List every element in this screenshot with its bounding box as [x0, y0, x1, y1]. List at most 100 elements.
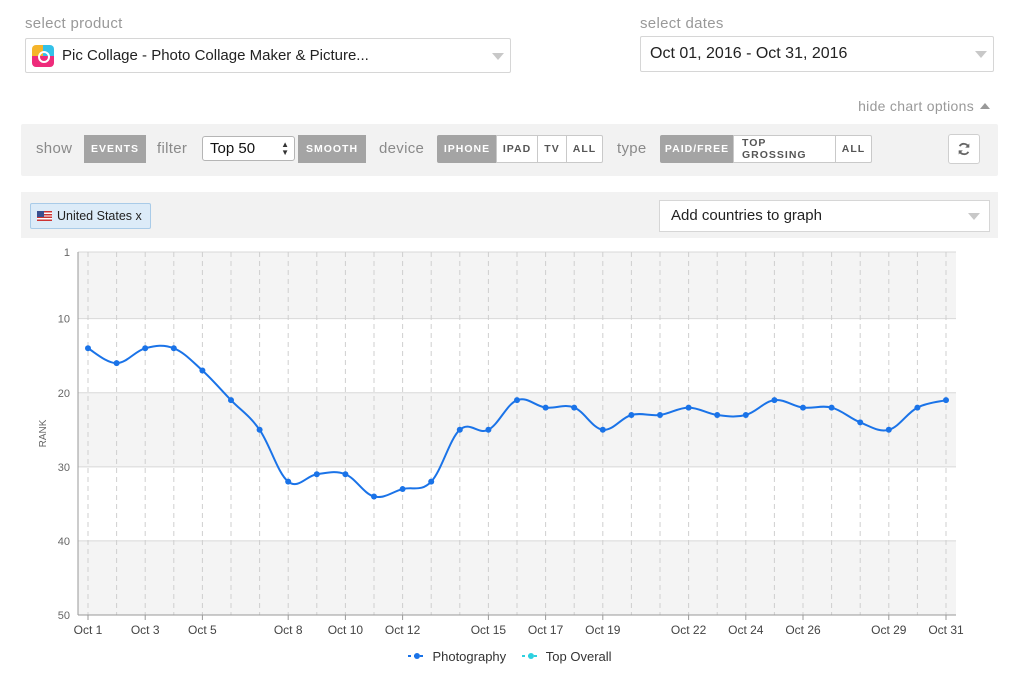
- type-paid-free-button[interactable]: PAID/FREE: [660, 135, 734, 163]
- data-point: [685, 404, 692, 411]
- y-tick-label: 1: [64, 247, 70, 259]
- x-tick-label: Oct 10: [328, 623, 364, 637]
- data-point: [571, 404, 578, 411]
- x-tick-label: Oct 29: [871, 623, 907, 637]
- date-range-select[interactable]: Oct 01, 2016 - Oct 31, 2016: [640, 36, 994, 72]
- data-point: [914, 404, 921, 411]
- data-point: [885, 426, 892, 433]
- hide-chart-options-link[interactable]: hide chart options: [858, 98, 990, 114]
- x-tick-label: Oct 17: [528, 623, 564, 637]
- data-point: [628, 411, 635, 418]
- x-tick-label: Oct 26: [785, 623, 821, 637]
- device-iphone-button[interactable]: IPHONE: [437, 135, 497, 163]
- data-point: [142, 345, 149, 352]
- smooth-toggle-button[interactable]: SMOOTH: [298, 135, 366, 163]
- x-tick-label: Oct 8: [274, 623, 303, 637]
- legend-label-top-overall: Top Overall: [545, 648, 612, 664]
- data-point: [256, 426, 263, 433]
- data-point: [599, 426, 606, 433]
- legend-marker-top-overall: [521, 653, 540, 659]
- pic-collage-app-icon: [32, 44, 54, 67]
- data-point: [428, 478, 435, 485]
- hide-chart-options-label: hide chart options: [858, 98, 974, 114]
- device-ipad-button[interactable]: IPAD: [496, 135, 538, 163]
- x-tick-label: Oct 12: [385, 623, 421, 637]
- y-tick-label: 20: [58, 388, 70, 400]
- events-toggle-button[interactable]: EVENTS: [84, 135, 146, 163]
- us-flag-icon: [37, 211, 52, 221]
- data-point: [199, 367, 206, 374]
- y-tick-label: 50: [58, 610, 70, 622]
- x-tick-label: Oct 3: [131, 623, 160, 637]
- rank-chart: 1 10 20 30 40 50 RANK Oct 1 Oct 3 Oct 5 Oct 8 Oct 1…: [38, 247, 964, 637]
- data-point: [828, 404, 835, 411]
- type-button-group: PAID/FREE TOP GROSSING ALL: [660, 135, 872, 163]
- x-tick-label: Oct 31: [928, 623, 964, 637]
- chevron-down-icon: [492, 53, 504, 60]
- chevron-down-icon: [968, 213, 980, 220]
- legend-marker-photography: [408, 653, 427, 659]
- x-tick-label: Oct 1: [74, 623, 103, 637]
- product-select[interactable]: Pic Collage - Photo Collage Maker & Pict…: [25, 38, 511, 73]
- data-point: [228, 397, 234, 404]
- data-point: [170, 345, 177, 352]
- x-tick-label: Oct 19: [585, 623, 621, 637]
- device-tv-button[interactable]: TV: [537, 135, 567, 163]
- data-point: [542, 404, 549, 411]
- caret-up-icon: [980, 103, 990, 109]
- data-point: [943, 397, 949, 404]
- product-select-value: Pic Collage - Photo Collage Maker & Pict…: [62, 47, 369, 64]
- legend-item-photography[interactable]: Photography: [408, 649, 506, 664]
- type-all-button[interactable]: ALL: [835, 135, 872, 163]
- data-point: [771, 397, 778, 404]
- filter-select[interactable]: Top 50 ▲ ▼: [202, 136, 295, 161]
- data-point: [714, 411, 721, 418]
- data-point: [657, 411, 663, 418]
- chart-options-bar: show EVENTS filter Top 50 ▲ ▼ SMOOTH devi…: [21, 124, 998, 176]
- data-point: [514, 397, 520, 404]
- legend-label-photography: Photography: [432, 648, 507, 664]
- y-tick-label: 10: [58, 314, 70, 326]
- country-chip-label: United States x: [57, 209, 142, 223]
- y-tick-label: 40: [58, 536, 70, 548]
- filter-select-value: Top 50: [210, 140, 256, 157]
- chart-legend: Photography Top Overall: [0, 648, 1020, 664]
- device-all-button[interactable]: ALL: [566, 135, 603, 163]
- refresh-button[interactable]: [948, 134, 980, 164]
- data-point: [113, 360, 120, 367]
- y-tick-label: 30: [58, 462, 70, 474]
- x-tick-label: Oct 15: [471, 623, 507, 637]
- data-point: [742, 411, 749, 418]
- refresh-icon: [958, 142, 970, 156]
- show-label: show: [36, 140, 73, 157]
- device-label: device: [379, 140, 425, 157]
- country-bar: United States x Add countries to graph: [21, 192, 998, 238]
- data-point: [313, 471, 320, 478]
- filter-label: filter: [157, 140, 188, 157]
- y-axis-title: RANK: [38, 419, 49, 447]
- plot-band: [78, 392, 956, 467]
- x-tick-label: Oct 5: [188, 623, 217, 637]
- x-tick-label: Oct 24: [728, 623, 764, 637]
- data-point: [85, 345, 91, 352]
- chevron-down-icon: [975, 51, 987, 58]
- select-product-label: select product: [25, 15, 123, 32]
- data-point: [456, 426, 463, 433]
- add-countries-placeholder: Add countries to graph: [671, 207, 822, 224]
- data-point: [342, 471, 349, 478]
- date-range-value: Oct 01, 2016 - Oct 31, 2016: [650, 45, 848, 62]
- legend-item-top-overall[interactable]: Top Overall: [521, 648, 612, 664]
- type-label: type: [617, 140, 647, 157]
- x-tick-label: Oct 22: [671, 623, 707, 637]
- type-top-grossing-button[interactable]: TOP GROSSING: [733, 135, 836, 163]
- updown-arrows-icon: ▲ ▼: [281, 140, 289, 157]
- add-countries-select[interactable]: Add countries to graph: [659, 200, 990, 232]
- country-chip-united-states[interactable]: United States x: [30, 203, 151, 229]
- data-point: [800, 404, 806, 411]
- data-point: [285, 478, 292, 485]
- data-point: [371, 493, 377, 500]
- data-point: [857, 419, 864, 426]
- data-point: [399, 486, 406, 493]
- select-dates-label: select dates: [640, 15, 724, 32]
- device-button-group: IPHONE IPAD TV ALL: [437, 135, 603, 163]
